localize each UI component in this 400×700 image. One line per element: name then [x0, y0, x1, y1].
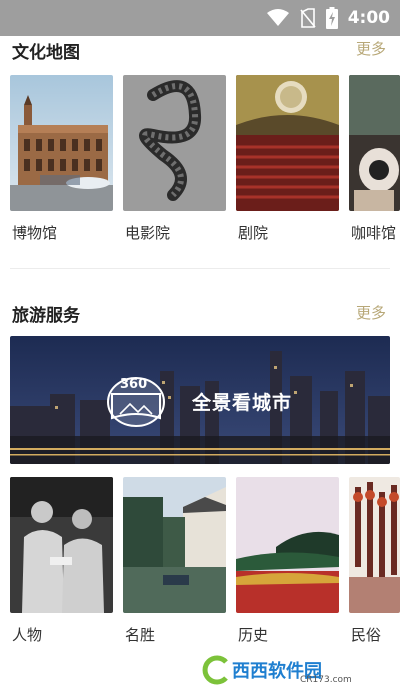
history-image [236, 477, 339, 613]
travel-services-more-link[interactable]: 更多 [356, 302, 386, 323]
folk-customs-label: 民俗 [351, 626, 382, 644]
no-sim-icon [300, 8, 316, 28]
wifi-icon [266, 9, 289, 26]
scenic-spots-image [123, 477, 226, 613]
panorama-city-banner[interactable]: 360 全景看城市 [10, 336, 390, 464]
cinema-label: 电影院 [125, 224, 171, 242]
museum-image [10, 75, 113, 211]
360-view-icon: 360 [104, 372, 168, 432]
watermark-logo: 西西软件园 CR173.com [200, 650, 378, 690]
people-card[interactable] [10, 477, 113, 613]
people-label: 人物 [12, 626, 43, 644]
cafe-image [349, 75, 400, 211]
people-image [10, 477, 113, 613]
cafe-card[interactable] [349, 75, 400, 211]
clock: 4:00 [347, 8, 390, 28]
watermark-c-icon [202, 655, 228, 685]
cinema-card[interactable] [123, 75, 226, 211]
status-bar: 4:00 [0, 0, 400, 36]
museum-label: 博物馆 [12, 224, 58, 242]
film-reel-image [123, 75, 226, 211]
folk-customs-image [349, 477, 400, 613]
culture-map-more-link[interactable]: 更多 [356, 38, 386, 59]
theater-image [236, 75, 339, 211]
folk-customs-card[interactable] [349, 477, 400, 613]
history-card[interactable] [236, 477, 339, 613]
cafe-label: 咖啡馆 [351, 224, 397, 242]
museum-card[interactable] [10, 75, 113, 211]
status-icons: 4:00 [266, 0, 390, 36]
theater-card[interactable] [236, 75, 339, 211]
scenic-spots-card[interactable] [123, 477, 226, 613]
watermark-url: CR173.com [300, 675, 352, 685]
battery-charging-icon [325, 7, 338, 29]
travel-services-title: 旅游服务 [12, 306, 80, 326]
panorama-city-text: 全景看城市 [192, 392, 293, 414]
scenic-spots-label: 名胜 [125, 626, 156, 644]
theater-label: 剧院 [238, 224, 269, 242]
culture-map-title: 文化地图 [12, 43, 80, 63]
section-divider [10, 268, 390, 269]
history-label: 历史 [238, 626, 269, 644]
360-badge-label: 360 [120, 377, 148, 392]
